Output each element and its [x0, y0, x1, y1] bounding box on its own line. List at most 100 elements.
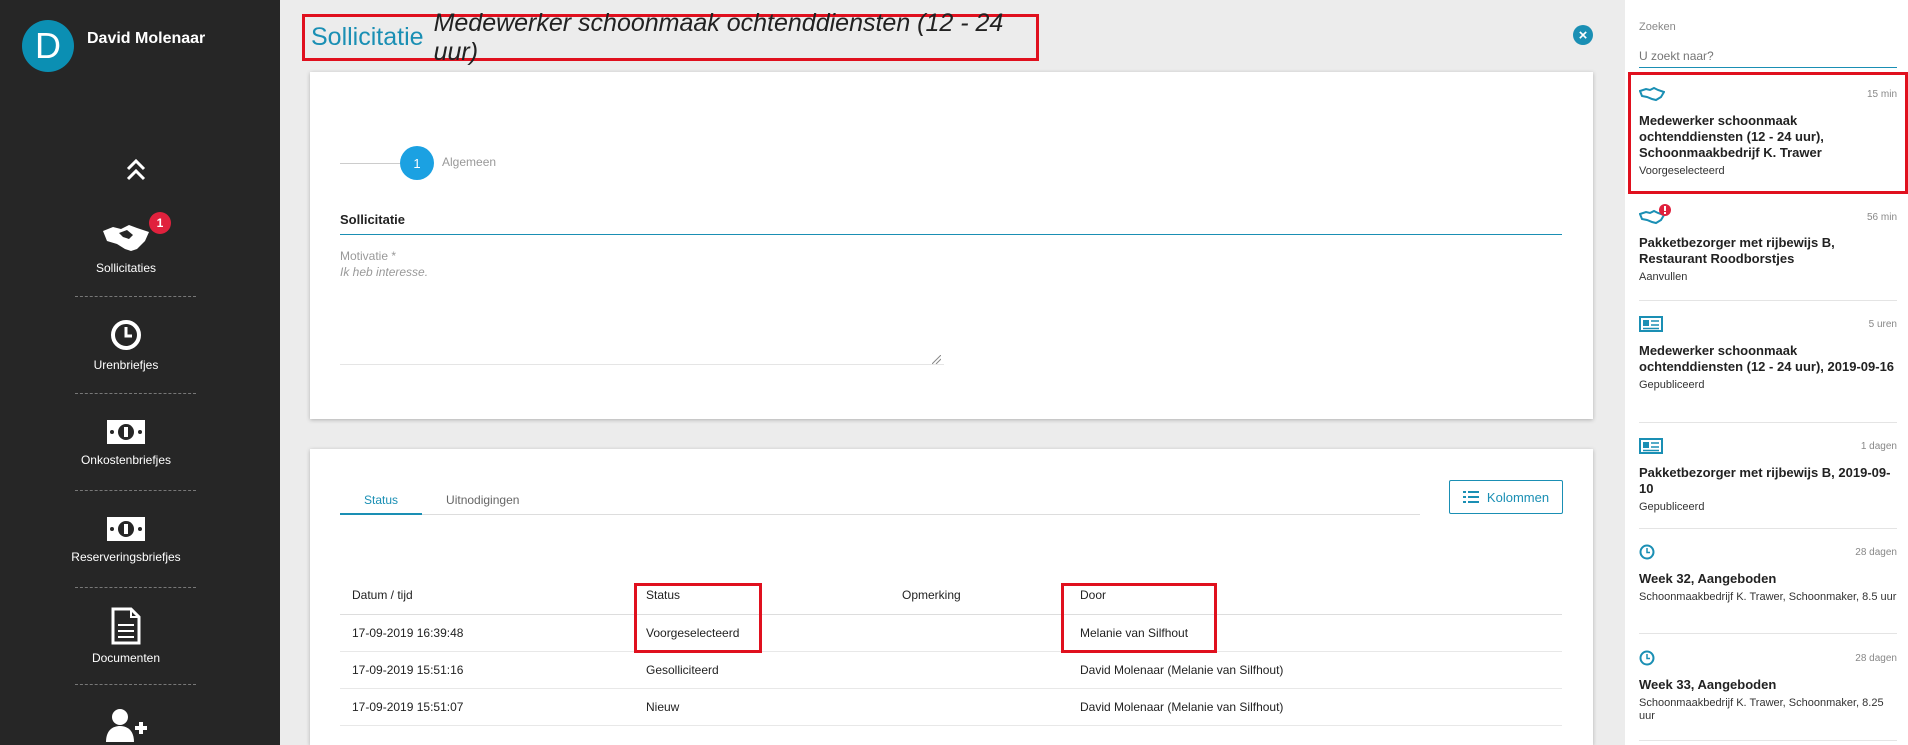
- tab-uitnodigingen[interactable]: Uitnodigingen: [422, 489, 543, 515]
- nav-item-onkostenbriefjes[interactable]: Onkostenbriefjes: [56, 417, 196, 467]
- activity-panel: Zoeken 15 min Medewerker schoonmaak ocht…: [1625, 0, 1908, 745]
- status-table: Datum / tijd Status Opmerking Door 17-09…: [340, 577, 1562, 726]
- table-cell: Nieuw: [634, 688, 890, 726]
- column-header[interactable]: Opmerking: [890, 577, 1068, 615]
- handshake-alert-icon: [1638, 204, 1671, 225]
- feed-item-title: Medewerker schoonmaak ochtenddiensten (1…: [1639, 343, 1895, 374]
- search-input[interactable]: [1639, 44, 1897, 68]
- money-icon: [107, 517, 145, 541]
- nav-item-add-user[interactable]: [56, 708, 196, 742]
- feed-item-subtitle: Gepubliceerd: [1639, 501, 1705, 513]
- feed-item-time: 1 dagen: [1860, 441, 1897, 452]
- table-row[interactable]: 17-09-2019 15:51:07 Nieuw David Molenaar…: [340, 688, 1562, 726]
- section-title: Sollicitatie: [340, 212, 406, 227]
- table-cell: 17-09-2019 15:51:07: [340, 688, 634, 726]
- door-column-highlight: [1061, 583, 1217, 653]
- column-header[interactable]: Datum / tijd: [340, 577, 634, 615]
- tab-status[interactable]: Status: [340, 489, 423, 515]
- nav-item-documenten[interactable]: Documenten: [56, 607, 196, 665]
- feed-item-title: Pakketbezorger met rijbewijs B, 2019-09-…: [1639, 465, 1891, 496]
- feed-item-title: Week 32, Aangeboden: [1639, 571, 1777, 586]
- feed-divider: [1639, 422, 1897, 423]
- columns-button-label: Kolommen: [1486, 489, 1550, 505]
- table-cell: [890, 614, 1068, 652]
- nav-divider: [75, 393, 196, 394]
- add-user-icon: [106, 709, 147, 742]
- newspaper-icon: [1639, 438, 1663, 454]
- status-history-card: Status Uitnodigingen Kolommen Datum / ti…: [310, 449, 1593, 745]
- notification-badge: 1: [149, 212, 171, 234]
- table-cell: [890, 651, 1068, 689]
- table-cell: Gesolliciteerd: [634, 651, 890, 689]
- collapse-menu-icon[interactable]: [125, 157, 147, 183]
- handshake-icon: [1638, 86, 1666, 102]
- feed-item[interactable]: 56 min Pakketbezorger met rijbewijs B, R…: [1638, 204, 1897, 284]
- feed-item[interactable]: 28 dagen Week 33, Aangeboden Schoonmaakb…: [1639, 650, 1897, 723]
- application-form-card: 1 Algemeen Sollicitatie Motivatie * Ik h…: [310, 72, 1593, 419]
- nav-label: Documenten: [91, 651, 161, 665]
- feed-item-subtitle: Voorgeselecteerd: [1639, 165, 1725, 177]
- nav-label: Sollicitaties: [95, 261, 157, 275]
- user-profile[interactable]: D David Molenaar: [22, 20, 205, 72]
- table-row[interactable]: 17-09-2019 16:39:48 Voorgeselecteerd Mel…: [340, 614, 1562, 652]
- page-title-type: Sollicitatie: [311, 23, 424, 51]
- nav-item-reserveringsbriefjes[interactable]: Reserveringsbriefjes: [56, 514, 196, 564]
- nav-label: Reserveringsbriefjes: [71, 550, 181, 564]
- stepper-line: [340, 163, 400, 164]
- motivation-label: Motivatie *: [340, 249, 397, 263]
- feed-item[interactable]: 28 dagen Week 32, Aangeboden Schoonmaakb…: [1639, 544, 1897, 604]
- feed-item[interactable]: 15 min Medewerker schoonmaak ochtenddien…: [1638, 86, 1897, 178]
- nav-item-sollicitaties[interactable]: Sollicitaties: [56, 219, 196, 275]
- close-icon: ×: [1578, 26, 1588, 44]
- nav-label: Urenbriefjes: [93, 358, 159, 372]
- search-label: Zoeken: [1639, 21, 1676, 33]
- feed-item-time: 56 min: [1866, 212, 1897, 223]
- feed-item-subtitle: Schoonmaakbedrijf K. Trawer, Schoonmaker…: [1639, 591, 1897, 603]
- clock-icon: [1639, 650, 1655, 666]
- feed-divider: [1639, 740, 1897, 741]
- feed-item-time: 5 uren: [1868, 319, 1897, 330]
- feed-item-time: 15 min: [1866, 89, 1897, 100]
- motivation-field[interactable]: Ik heb interesse.: [340, 265, 944, 365]
- feed-divider: [1639, 528, 1897, 529]
- page-title: Sollicitatie Medewerker schoonmaak ochte…: [302, 9, 1039, 66]
- step-number[interactable]: 1: [400, 146, 434, 180]
- nav-divider: [75, 587, 196, 588]
- document-icon: [111, 607, 141, 645]
- sidebar: D David Molenaar Sollicitaties 1 Urenbri…: [0, 0, 280, 745]
- table-cell: David Molenaar (Melanie van Silfhout): [1068, 651, 1562, 689]
- feed-item-time: 28 dagen: [1855, 653, 1897, 664]
- feed-item-title: Pakketbezorger met rijbewijs B, Restaura…: [1639, 235, 1835, 266]
- feed-item-time: 28 dagen: [1855, 547, 1897, 558]
- nav-item-urenbriefjes[interactable]: Urenbriefjes: [56, 318, 196, 372]
- nav-label: Onkostenbriefjes: [80, 453, 172, 467]
- table-row[interactable]: 17-09-2019 15:51:16 Gesolliciteerd David…: [340, 651, 1562, 689]
- user-name: David Molenaar: [87, 30, 206, 47]
- list-icon: [1462, 491, 1479, 503]
- table-cell: David Molenaar (Melanie van Silfhout): [1068, 688, 1562, 726]
- nav-divider: [75, 296, 196, 297]
- feed-item-subtitle: Schoonmaakbedrijf K. Trawer, Schoonmaker…: [1639, 697, 1884, 722]
- avatar: D: [22, 20, 74, 72]
- handshake-icon: [103, 225, 149, 251]
- feed-item[interactable]: 1 dagen Pakketbezorger met rijbewijs B, …: [1639, 438, 1897, 514]
- newspaper-icon: [1639, 316, 1663, 332]
- table-cell: 17-09-2019 15:51:16: [340, 651, 634, 689]
- table-cell: [890, 688, 1068, 726]
- columns-button[interactable]: Kolommen: [1449, 480, 1563, 514]
- page-title-name: Medewerker schoonmaak ochtenddiensten (1…: [433, 8, 1004, 66]
- feed-item-title: Medewerker schoonmaak ochtenddiensten (1…: [1639, 113, 1824, 160]
- tab-bar: Status Uitnodigingen: [340, 489, 1420, 515]
- section-divider: [340, 234, 1562, 235]
- status-column-highlight: [634, 583, 762, 653]
- resize-handle-icon[interactable]: [932, 355, 941, 364]
- table-header-row: Datum / tijd Status Opmerking Door: [340, 577, 1562, 615]
- feed-item-subtitle: Gepubliceerd: [1639, 379, 1705, 391]
- feed-item-subtitle: Aanvullen: [1639, 271, 1688, 283]
- nav-divider: [75, 490, 196, 491]
- close-button[interactable]: ×: [1573, 25, 1593, 45]
- feed-divider: [1639, 300, 1897, 301]
- feed-divider: [1639, 633, 1897, 634]
- money-icon: [107, 420, 145, 444]
- feed-item[interactable]: 5 uren Medewerker schoonmaak ochtenddien…: [1639, 316, 1897, 392]
